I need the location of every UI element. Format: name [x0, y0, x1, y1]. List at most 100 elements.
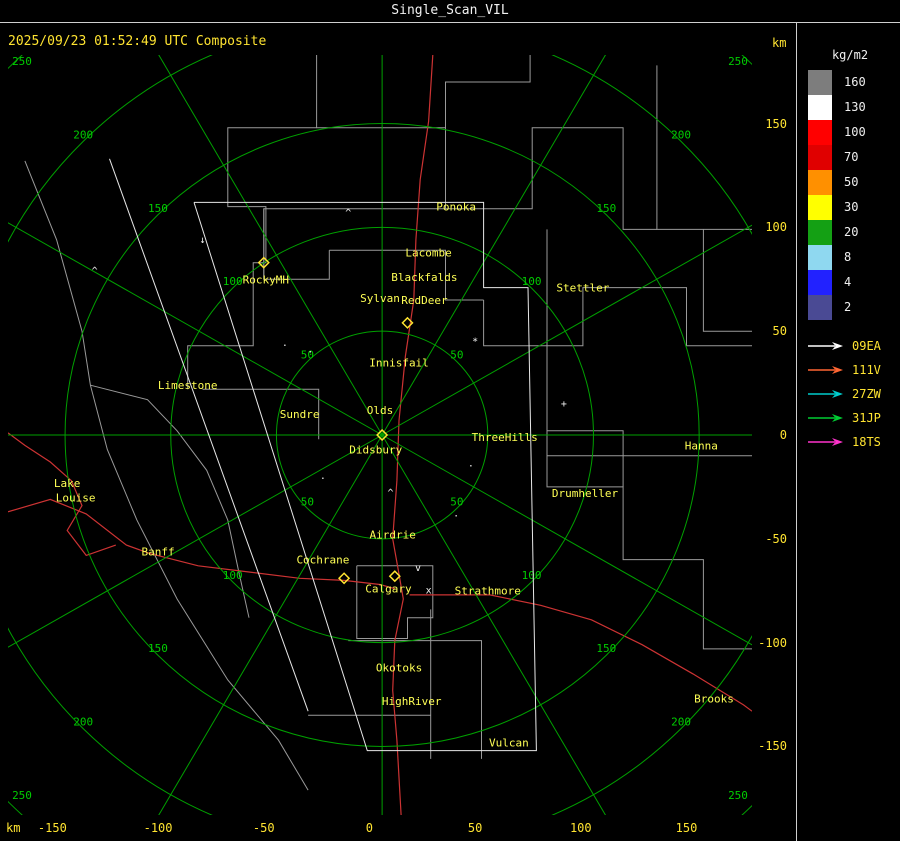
x-axis-tick: 0 — [365, 821, 374, 835]
radar-arrow-icon — [808, 414, 843, 422]
legend-swatch — [808, 120, 832, 145]
town-label: Stettler — [556, 282, 609, 295]
ring-distance-label: 150 — [596, 642, 616, 655]
ring-distance-label: 200 — [73, 128, 93, 141]
county-boundary — [187, 55, 318, 390]
legend-swatch — [808, 245, 832, 270]
legend-value: 100 — [844, 125, 866, 139]
town-label: RedDeer — [401, 294, 448, 307]
town-label: HighRiver — [382, 695, 442, 708]
legend-entry: 20 — [808, 220, 900, 245]
town-label: Lake — [54, 477, 81, 490]
ring-distance-label: 150 — [148, 202, 168, 215]
radar-id-label: 31JP — [852, 411, 881, 425]
point-marker: ^ — [345, 208, 351, 219]
x-axis-tick: -100 — [143, 821, 173, 835]
legend-swatch — [808, 70, 832, 95]
ring-distance-label: 50 — [301, 495, 314, 508]
radar-site-legend: 09EA 111V 27ZW 31JP 18TS — [800, 334, 900, 454]
y-axis-unit: km — [772, 36, 787, 50]
legend-value: 70 — [844, 150, 859, 164]
timestamp: 2025/09/23 01:52:49 UTC Composite — [8, 34, 267, 49]
town-label: Airdrie — [370, 529, 416, 542]
town-label: Calgary — [365, 583, 412, 596]
legend-swatch — [808, 170, 832, 195]
x-axis-tick: 50 — [467, 821, 483, 835]
legend-entry: 50 — [808, 170, 900, 195]
x-axis-tick: 100 — [569, 821, 592, 835]
ring-distance-label: 150 — [596, 202, 616, 215]
ring-distance-label: 100 — [223, 569, 243, 582]
radar-id-label: 27ZW — [852, 387, 881, 401]
county-boundary — [656, 65, 752, 230]
town-label: Strathmore — [455, 585, 521, 598]
radar-arrow-icon — [808, 438, 843, 446]
radar-arrow-icon — [808, 390, 843, 398]
town-label: Okotoks — [376, 662, 422, 675]
town-label: Lacombe — [405, 246, 451, 259]
town-label: Vulcan — [489, 736, 529, 749]
town-label: Brooks — [694, 693, 734, 706]
town-label: RockyMH — [243, 273, 289, 286]
legend-entry: 70 — [808, 145, 900, 170]
town-label: Banff — [142, 545, 175, 558]
legend-swatch — [808, 145, 832, 170]
legend-value: 20 — [844, 225, 859, 239]
legend-swatch — [808, 270, 832, 295]
point-marker: ^ — [92, 266, 98, 277]
town-label: Drumheller — [552, 487, 619, 500]
legend-swatch — [808, 195, 832, 220]
x-axis-unit: km — [6, 821, 21, 835]
ring-distance-label: 250 — [12, 55, 32, 68]
legend-value: 50 — [844, 175, 859, 189]
county-boundary — [263, 208, 330, 280]
y-axis-tick: 100 — [765, 220, 787, 235]
site-marker-diamond — [338, 572, 351, 585]
x-axis-tick: -150 — [37, 821, 67, 835]
ring-distance-label: 200 — [671, 128, 691, 141]
y-axis-tick: 150 — [765, 116, 787, 131]
town-label: Limestone — [158, 379, 218, 392]
legend-entry: 8 — [808, 245, 900, 270]
county-boundary — [547, 430, 624, 487]
county-boundary — [356, 565, 434, 639]
ring-distance-label: 50 — [450, 495, 463, 508]
radial-line — [158, 55, 383, 436]
county-boundary — [702, 229, 752, 332]
ring-distance-label: 100 — [223, 275, 243, 288]
town-label: Olds — [367, 404, 394, 417]
legend-panel: kg/m2 160 130 100 70 50 30 20 8 4 2 09EA 111V 27ZW 3… — [800, 22, 900, 841]
point-marker: + — [561, 399, 567, 410]
town-label: Ponoka — [436, 201, 476, 214]
y-axis-tick: -50 — [765, 531, 787, 546]
point-marker: v — [415, 563, 421, 574]
legend-entry: 160 — [808, 70, 900, 95]
radar-map: 505050 50100100100 100150150150 15020020020… — [8, 55, 752, 815]
radar-legend-entry: 18TS — [806, 430, 900, 454]
ring-distance-label: 150 — [148, 642, 168, 655]
county-boundary — [445, 127, 657, 230]
ring-distance-label: 250 — [12, 789, 32, 802]
y-axis-tick: 50 — [772, 324, 787, 339]
town-label: Didsbury — [349, 444, 402, 457]
town-label: Louise — [56, 491, 96, 504]
radar-arrow-icon — [808, 342, 843, 350]
radar-id-label: 18TS — [852, 435, 881, 449]
point-marker: * — [472, 337, 478, 348]
radar-legend-entry: 31JP — [806, 406, 900, 430]
x-axis-tick: 150 — [675, 821, 698, 835]
legend-value: 8 — [844, 250, 852, 264]
point-marker: x — [426, 586, 432, 597]
ring-distance-label: 100 — [522, 275, 542, 288]
legend-value: 4 — [844, 275, 852, 289]
window-title: Single_Scan_VIL — [0, 0, 900, 23]
town-label: Sylvan — [360, 292, 400, 305]
ring-distance-label: 50 — [450, 349, 463, 362]
x-axis-tick: -50 — [252, 821, 275, 835]
map-layers: 505050 50100100100 100150150150 15020020020… — [8, 55, 752, 815]
legend-entry: 130 — [808, 95, 900, 120]
town-label: Blackfalds — [391, 271, 457, 284]
town-label: Sundre — [280, 408, 320, 421]
y-axis-tick: -150 — [758, 739, 787, 754]
legend-entry: 30 — [808, 195, 900, 220]
